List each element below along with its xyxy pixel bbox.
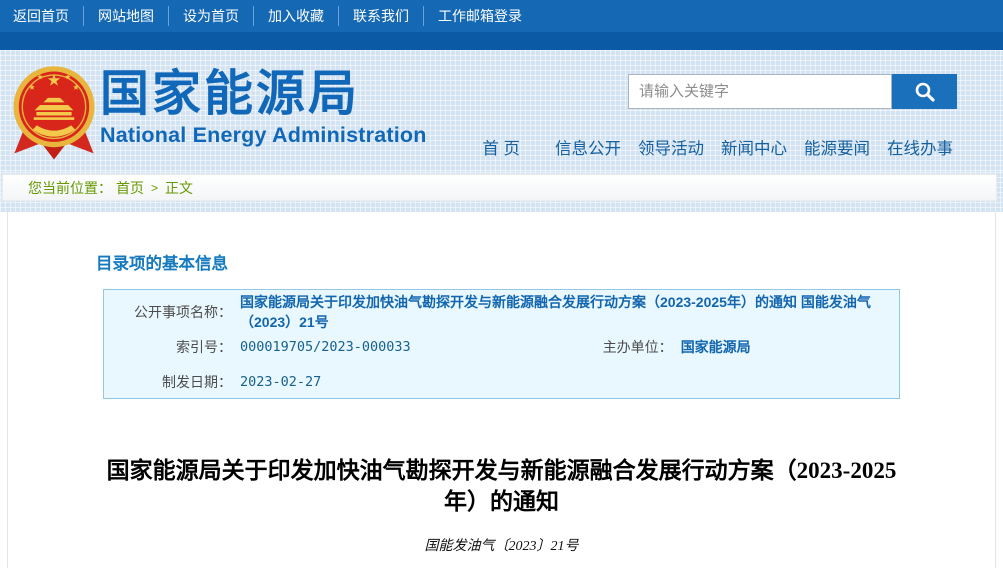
org-label: 主办单位： [411,337,673,357]
toplink-home[interactable]: 返回首页 [13,6,83,26]
toplink-mail-login[interactable]: 工作邮箱登录 [423,6,536,26]
index-label: 索引号： [104,337,232,357]
national-emblem-logo[interactable] [10,62,98,162]
breadcrumb-home-link[interactable]: 首页 [116,178,144,198]
nav-leadership[interactable]: 领导活动 [638,135,704,159]
document-number: 国能发油气〔2023〕21号 [8,535,995,555]
nav-energy-news[interactable]: 能源要闻 [804,135,870,159]
index-value: 000019705/2023-000033 [240,339,411,355]
nav-info-disclosure[interactable]: 信息公开 [555,135,621,159]
catalog-heading: 目录项的基本信息 [8,212,995,274]
breadcrumb: 您当前位置： 首页 > 正文 [2,174,997,201]
date-label: 制发日期： [104,372,232,392]
top-link-bar: 返回首页 网站地图 设为首页 加入收藏 联系我们 工作邮箱登录 [0,0,1003,32]
header-divider-strip [0,32,1003,50]
toplink-favorites[interactable]: 加入收藏 [253,6,338,26]
search-input[interactable] [628,74,892,109]
name-label: 公开事项名称： [104,302,232,322]
toplink-set-homepage[interactable]: 设为首页 [168,6,253,26]
main-nav: 首 页 信息公开 领导活动 新闻中心 能源要闻 在线办事 [482,135,953,159]
nav-news-center[interactable]: 新闻中心 [721,135,787,159]
breadcrumb-current[interactable]: 正文 [165,178,193,198]
date-value: 2023-02-27 [240,374,321,390]
site-title-en: National Energy Administration [100,123,427,148]
breadcrumb-prefix: 您当前位置： [28,178,112,198]
org-value: 国家能源局 [681,337,751,357]
masthead: 国家能源局 National Energy Administration 首 页… [0,50,1003,172]
search-box [628,74,957,109]
site-title-block[interactable]: 国家能源局 National Energy Administration [100,66,427,148]
nav-online-services[interactable]: 在线办事 [887,135,953,159]
toplink-sitemap[interactable]: 网站地图 [83,6,168,26]
info-row-date: 制发日期： 2023-02-27 [104,364,899,399]
toplink-contact[interactable]: 联系我们 [338,6,423,26]
info-row-index-org: 索引号： 000019705/2023-000033 主办单位： 国家能源局 [104,329,899,364]
breadcrumb-separator: > [151,181,158,195]
name-value: 国家能源局关于印发加快油气勘探开发与新能源融合发展行动方案（2023-2025年… [240,292,899,332]
search-icon [913,80,937,104]
catalog-info-box: 公开事项名称： 国家能源局关于印发加快油气勘探开发与新能源融合发展行动方案（20… [103,289,900,399]
search-button[interactable] [892,74,957,109]
document-title: 国家能源局关于印发加快油气勘探开发与新能源融合发展行动方案（2023-2025年… [92,455,912,517]
site-title-cn: 国家能源局 [100,66,427,122]
info-row-name: 公开事项名称： 国家能源局关于印发加快油气勘探开发与新能源融合发展行动方案（20… [104,294,899,329]
content-card: 目录项的基本信息 公开事项名称： 国家能源局关于印发加快油气勘探开发与新能源融合… [7,212,996,568]
breadcrumb-zone: 您当前位置： 首页 > 正文 [0,172,1003,212]
nav-home[interactable]: 首 页 [482,135,520,159]
